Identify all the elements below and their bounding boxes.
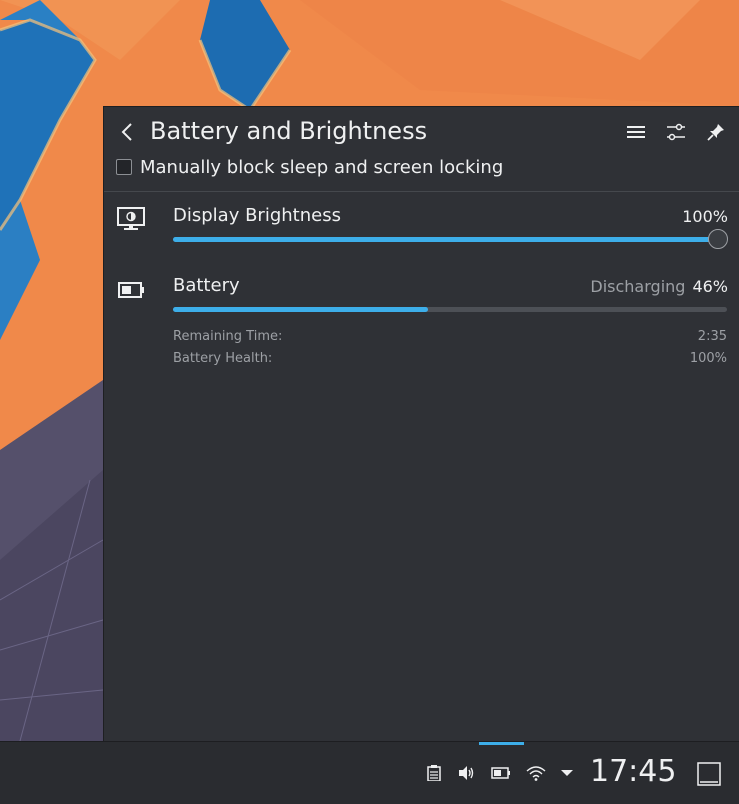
pin-button[interactable] [703, 119, 729, 145]
battery-level-fill [173, 307, 428, 312]
brightness-slider-handle[interactable] [708, 229, 728, 249]
back-arrow-icon [121, 123, 132, 141]
battery-tray-button[interactable] [491, 763, 511, 783]
battery-status: Discharging [590, 277, 686, 296]
brightness-label: Display Brightness [173, 205, 341, 226]
hamburger-menu-icon [627, 126, 645, 138]
battery-value-group: Discharging 46% [590, 277, 728, 296]
active-applet-indicator [479, 742, 524, 745]
show-desktop-icon[interactable] [697, 762, 721, 786]
battery-health-value: 100% [689, 351, 727, 366]
inhibit-sleep-label: Manually block sleep and screen locking [140, 156, 504, 178]
brightness-slider-fill [173, 237, 727, 242]
wifi-tray-button[interactable] [526, 763, 546, 783]
remaining-time-label: Remaining Time: [173, 329, 283, 344]
configure-icon [667, 123, 685, 141]
brightness-slider[interactable] [173, 229, 728, 249]
pin-icon [707, 124, 724, 141]
battery-brightness-popup: Battery and Brightness Manually block sl… [103, 106, 739, 743]
clipboard-tray-button[interactable] [424, 763, 444, 783]
brightness-value: 100% [682, 207, 728, 226]
remaining-time-value: 2:35 [697, 329, 727, 344]
volume-icon [459, 766, 474, 780]
battery-icon [118, 282, 144, 298]
display-brightness-icon [117, 207, 145, 230]
back-button[interactable] [114, 119, 140, 145]
expand-tray-icon [561, 770, 573, 776]
taskbar: 17:45 [0, 741, 739, 804]
remaining-time-row: Remaining Time: 2:35 [173, 329, 727, 344]
wifi-icon [526, 766, 546, 781]
menu-button[interactable] [623, 119, 649, 145]
battery-level-bar [173, 307, 727, 312]
clipboard-icon [427, 765, 441, 781]
configure-button[interactable] [663, 119, 689, 145]
volume-tray-button[interactable] [457, 763, 477, 783]
popup-header: Battery and Brightness Manually block sl… [104, 107, 739, 192]
battery-percentage: 46% [692, 277, 728, 296]
battery-tray-icon [491, 767, 510, 779]
popup-title: Battery and Brightness [150, 117, 428, 145]
digital-clock[interactable]: 17:45 [590, 754, 676, 790]
inhibit-sleep-checkbox[interactable] [116, 159, 132, 175]
inhibit-sleep-option[interactable]: Manually block sleep and screen locking [116, 155, 503, 179]
battery-health-label: Battery Health: [173, 351, 273, 366]
battery-health-row: Battery Health: 100% [173, 351, 727, 366]
expand-tray-button[interactable] [557, 763, 577, 783]
battery-label: Battery [173, 275, 240, 296]
